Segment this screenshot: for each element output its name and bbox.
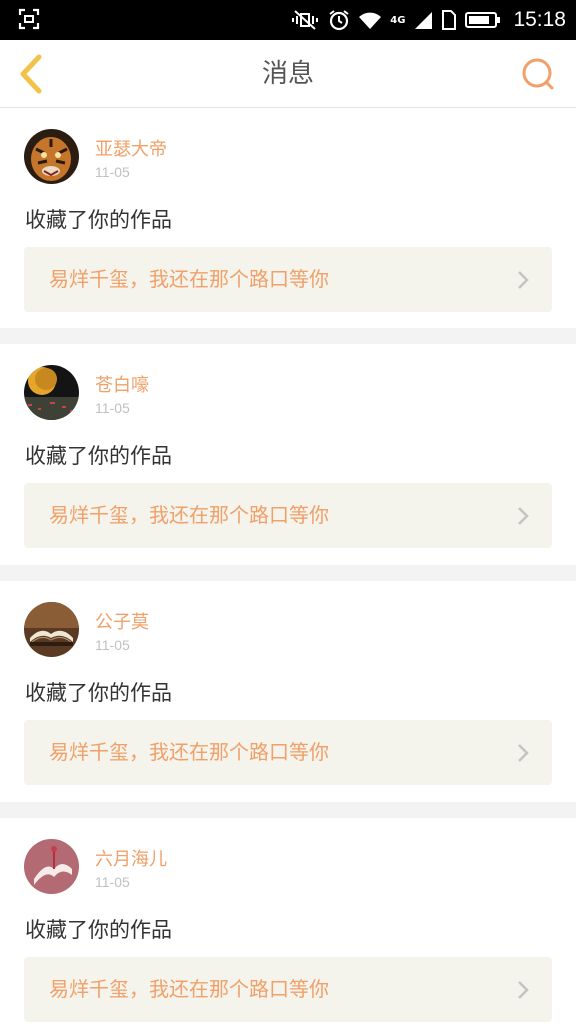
chevron-right-icon	[518, 744, 529, 762]
work-title: 易烊千玺，我还在那个路口等你	[49, 503, 329, 527]
username[interactable]: 亚瑟大帝	[95, 135, 167, 161]
clock: 15:18	[513, 8, 566, 31]
page-title: 消息	[261, 59, 314, 89]
tiger-avatar	[24, 129, 79, 184]
moon-field-avatar	[24, 365, 79, 420]
username[interactable]: 苍白嚎	[95, 371, 149, 397]
book-avatar	[24, 602, 79, 657]
work-link[interactable]: 易烊千玺，我还在那个路口等你	[24, 957, 552, 1022]
pink-book-avatar	[24, 839, 79, 894]
message-card: 苍白嚎 11-05 收藏了你的作品 易烊千玺，我还在那个路口等你	[0, 344, 576, 565]
message-card: 六月海儿 11-05 收藏了你的作品 易烊千玺，我还在那个路口等你	[0, 818, 576, 1024]
search-icon[interactable]	[520, 56, 556, 92]
timestamp: 11-05	[95, 637, 130, 653]
screenshot-icon	[18, 8, 40, 30]
wifi-icon	[359, 12, 382, 29]
timestamp: 11-05	[95, 164, 130, 180]
timestamp: 11-05	[95, 400, 130, 416]
work-title: 易烊千玺，我还在那个路口等你	[49, 267, 329, 291]
work-title: 易烊千玺，我还在那个路口等你	[49, 977, 329, 1001]
work-link[interactable]: 易烊千玺，我还在那个路口等你	[24, 483, 552, 548]
action-text: 收藏了你的作品	[25, 681, 172, 705]
avatar[interactable]	[24, 602, 79, 657]
action-text: 收藏了你的作品	[25, 208, 172, 232]
status-bar: 4G 15:18	[0, 0, 576, 40]
chevron-right-icon	[518, 271, 529, 289]
timestamp: 11-05	[95, 874, 130, 890]
battery-icon	[465, 12, 501, 28]
message-card: 亚瑟大帝 11-05 收藏了你的作品 易烊千玺，我还在那个路口等你	[0, 108, 576, 328]
signal-icon	[415, 12, 433, 29]
username[interactable]: 六月海儿	[95, 845, 167, 871]
message-list: 亚瑟大帝 11-05 收藏了你的作品 易烊千玺，我还在那个路口等你 苍白嚎 11…	[0, 108, 576, 1024]
message-card: 公子莫 11-05 收藏了你的作品 易烊千玺，我还在那个路口等你	[0, 581, 576, 802]
vibrate-icon	[292, 10, 319, 30]
work-link[interactable]: 易烊千玺，我还在那个路口等你	[24, 247, 552, 312]
chevron-right-icon	[518, 507, 529, 525]
app-header: 消息	[0, 40, 576, 108]
action-text: 收藏了你的作品	[25, 918, 172, 942]
avatar[interactable]	[24, 129, 79, 184]
sim-icon	[442, 10, 457, 30]
work-link[interactable]: 易烊千玺，我还在那个路口等你	[24, 720, 552, 785]
alarm-icon	[329, 10, 349, 31]
username[interactable]: 公子莫	[95, 608, 149, 634]
network-type: 4G	[390, 14, 406, 26]
avatar[interactable]	[24, 365, 79, 420]
work-title: 易烊千玺，我还在那个路口等你	[49, 740, 329, 764]
action-text: 收藏了你的作品	[25, 444, 172, 468]
avatar[interactable]	[24, 839, 79, 894]
chevron-right-icon	[518, 981, 529, 999]
